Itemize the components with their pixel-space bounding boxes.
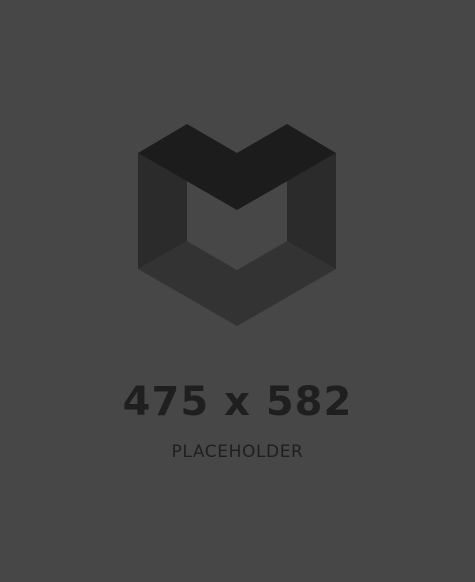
placeholder-caption: PLACEHOLDER (171, 442, 304, 462)
placeholder-cube-icon (138, 124, 336, 326)
placeholder-dimensions: 475 x 582 (122, 379, 353, 425)
placeholder-image: 475 x 582 PLACEHOLDER (0, 0, 475, 582)
